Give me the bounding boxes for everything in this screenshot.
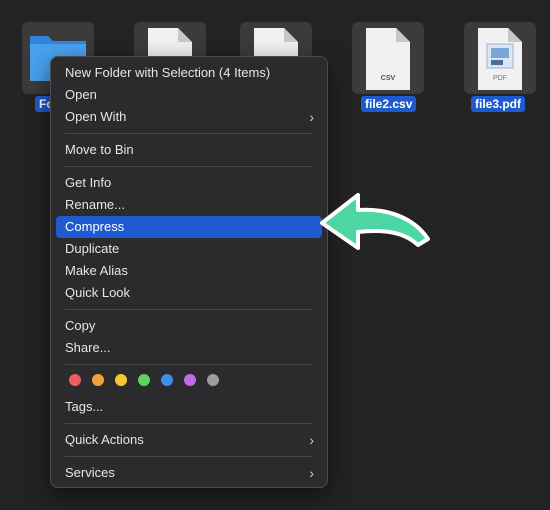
menu-item-label: Share... [65, 340, 111, 355]
menu-item-quick-look[interactable]: Quick Look [56, 282, 322, 304]
menu-item-label: Duplicate [65, 241, 120, 256]
menu-item-label: Services [65, 465, 115, 480]
menu-item-rename[interactable]: Rename... [56, 194, 322, 216]
menu-item-get-info[interactable]: Get Info [56, 172, 322, 194]
tag-purple-dot[interactable] [184, 374, 196, 386]
chevron-right-icon: › [309, 465, 314, 481]
menu-item-open[interactable]: Open [56, 84, 322, 106]
csv-file-icon: CSV [366, 28, 410, 90]
menu-item-label: Open With [65, 109, 127, 124]
menu-item-label: New Folder with Selection (4 Items) [65, 65, 271, 80]
pdf-badge: PDF [493, 75, 507, 82]
menu-item-services[interactable]: Services › [56, 462, 322, 484]
menu-item-label: Rename... [65, 197, 125, 212]
menu-item-tags[interactable]: Tags... [56, 396, 322, 418]
chevron-right-icon: › [309, 432, 314, 448]
tag-blue-dot[interactable] [161, 374, 173, 386]
tag-green-dot[interactable] [138, 374, 150, 386]
chevron-right-icon: › [309, 109, 314, 125]
csv-badge: CSV [381, 75, 396, 82]
menu-item-copy[interactable]: Copy [56, 315, 322, 337]
menu-item-quick-actions[interactable]: Quick Actions › [56, 429, 322, 451]
menu-item-duplicate[interactable]: Duplicate [56, 238, 322, 260]
menu-separator [65, 423, 313, 424]
menu-item-share[interactable]: Share... [56, 337, 322, 359]
menu-item-make-alias[interactable]: Make Alias [56, 260, 322, 282]
menu-item-label: Get Info [65, 175, 112, 190]
tag-yellow-dot[interactable] [115, 374, 127, 386]
menu-item-label: Quick Actions [65, 432, 144, 447]
menu-item-label: Open [65, 87, 97, 102]
tag-gray-dot[interactable] [207, 374, 219, 386]
menu-item-label: Tags... [65, 399, 104, 414]
file-icon-pdf[interactable]: PDF [464, 22, 536, 94]
menu-separator [65, 166, 313, 167]
menu-item-label: Move to Bin [65, 142, 134, 157]
menu-separator [65, 309, 313, 310]
menu-item-label: Quick Look [65, 285, 131, 300]
menu-item-label: Make Alias [65, 263, 128, 278]
file-name-pdf[interactable]: file3.pdf [471, 96, 526, 112]
menu-separator [65, 133, 313, 134]
menu-item-label: Copy [65, 318, 96, 333]
file-name-csv[interactable]: file2.csv [361, 96, 417, 112]
tag-orange-dot[interactable] [92, 374, 104, 386]
menu-item-new-folder-with-selection[interactable]: New Folder with Selection (4 Items) [56, 62, 322, 84]
menu-separator [65, 456, 313, 457]
context-menu: New Folder with Selection (4 Items) Open… [50, 56, 328, 488]
pdf-file-icon: PDF [478, 28, 522, 90]
menu-item-label: Compress [65, 219, 125, 234]
menu-item-move-to-bin[interactable]: Move to Bin [56, 139, 322, 161]
pointer-arrow-icon [320, 193, 430, 250]
tag-red-dot[interactable] [69, 374, 81, 386]
file-icon-csv[interactable]: CSV [352, 22, 424, 94]
menu-item-compress[interactable]: Compress [56, 216, 322, 238]
menu-separator [65, 364, 313, 365]
menu-item-open-with[interactable]: Open With › [56, 106, 322, 128]
